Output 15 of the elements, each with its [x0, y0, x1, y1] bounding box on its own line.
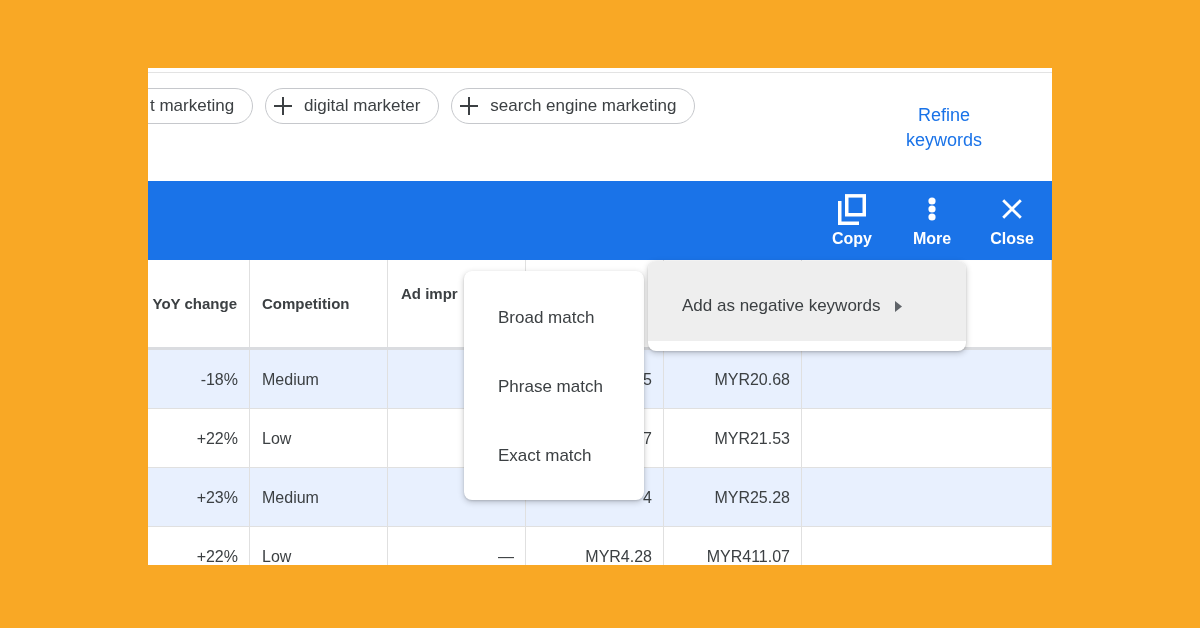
table-cell: +23% — [148, 468, 250, 526]
table-cell: MYR21.53 — [664, 409, 802, 467]
table-cell: Medium — [250, 468, 388, 526]
table-cell: -18% — [148, 350, 250, 408]
table-cell: MYR4.28 — [526, 527, 664, 565]
table-cell: Medium — [250, 350, 388, 408]
table-cell: +22% — [148, 409, 250, 467]
table-cell: Low — [250, 409, 388, 467]
column-header: YoY change — [148, 260, 250, 347]
table-cell: MYR25.28 — [664, 468, 802, 526]
table-cell: +22% — [148, 527, 250, 565]
table-cell: — — [388, 527, 526, 565]
table-cell: Low — [250, 527, 388, 565]
column-header: Competition — [250, 260, 388, 347]
table-cell: MYR411.07 — [664, 527, 802, 565]
